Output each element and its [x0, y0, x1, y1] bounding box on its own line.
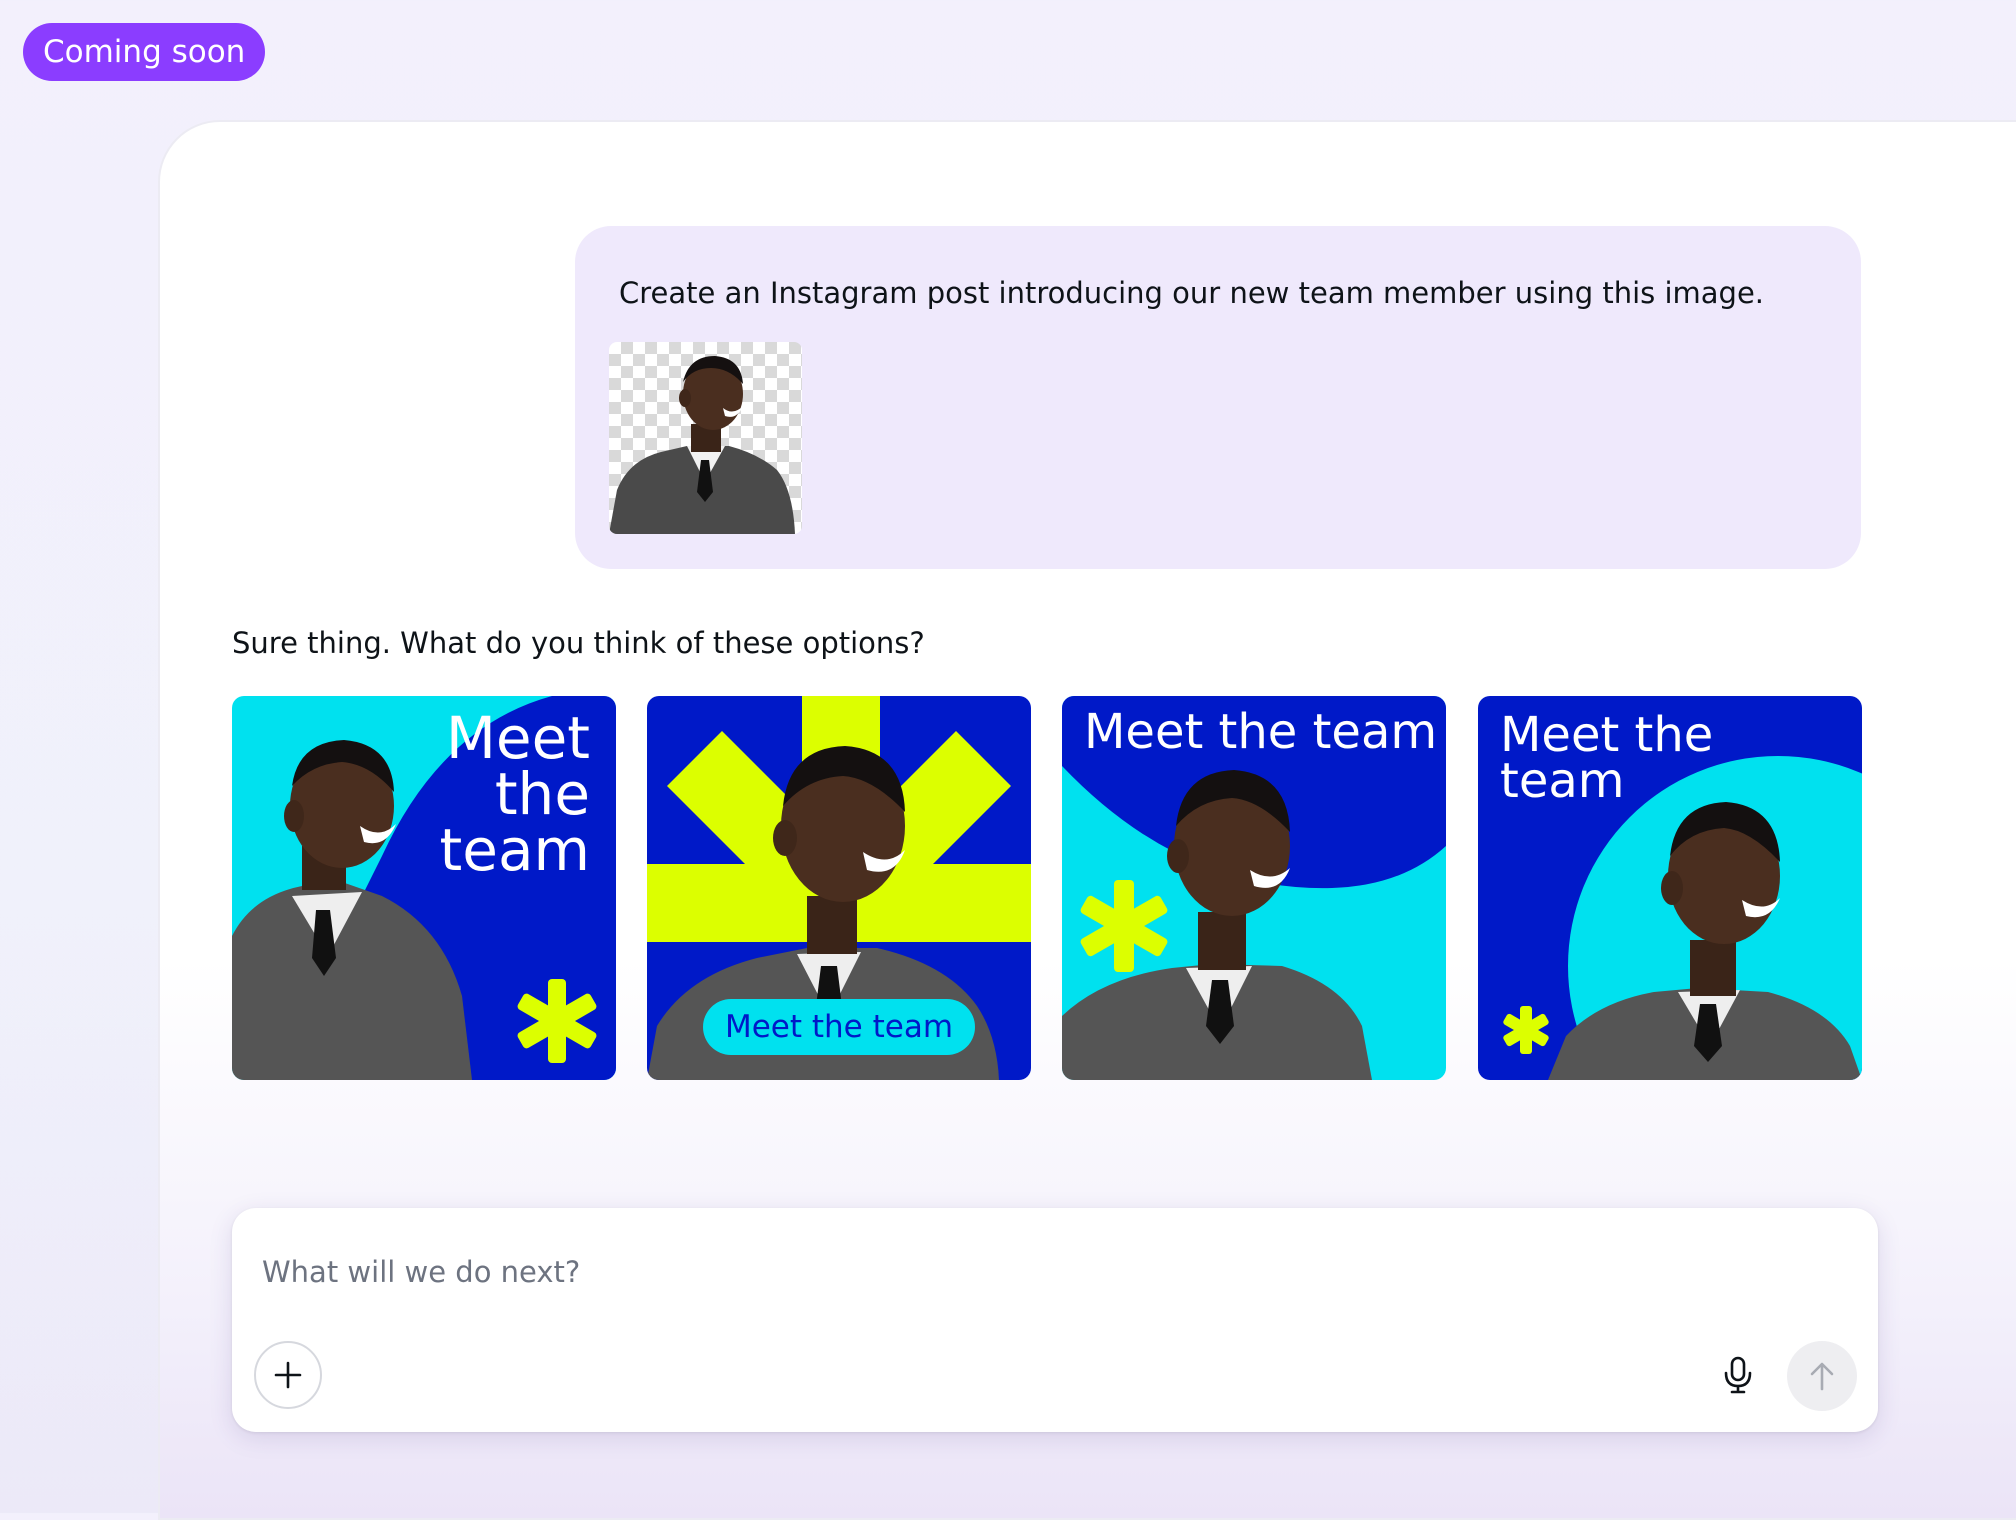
assistant-reply-text: Sure thing. What do you think of these o… — [232, 626, 925, 660]
prompt-input[interactable] — [260, 1246, 1764, 1298]
headline-line: team — [1500, 753, 1625, 809]
headline-line: Meet — [445, 704, 590, 772]
user-message-text: Create an Instagram post introducing our… — [619, 276, 1765, 310]
send-button[interactable] — [1787, 1341, 1857, 1411]
headline-line: Meet the — [1500, 707, 1714, 763]
coming-soon-badge: Coming soon — [23, 23, 266, 81]
microphone-button[interactable] — [1714, 1351, 1762, 1399]
design-option-2-headline-pill: Meet the team — [703, 999, 975, 1055]
message-composer — [232, 1208, 1878, 1432]
design-option-3[interactable]: Meet the team — [1062, 696, 1446, 1080]
design-option-4-headline: Meet the team — [1500, 707, 1714, 809]
headline-line: the — [494, 760, 590, 828]
design-option-1[interactable]: Meet the team — [232, 696, 616, 1080]
plus-icon — [274, 1361, 302, 1389]
user-message-bubble: Create an Instagram post introducing our… — [575, 226, 1861, 569]
microphone-icon — [1724, 1356, 1752, 1394]
design-option-3-headline: Meet the team — [1084, 704, 1438, 760]
arrow-up-icon — [1810, 1362, 1834, 1391]
design-option-4[interactable]: Meet the team — [1478, 696, 1862, 1080]
person-photo-icon — [609, 356, 795, 534]
headline-line: team — [439, 816, 590, 884]
design-option-1-headline: Meet the team — [439, 704, 590, 884]
design-option-2[interactable]: Meet the team — [647, 696, 1031, 1080]
add-button[interactable] — [254, 1341, 322, 1409]
attached-image-thumbnail[interactable] — [609, 342, 802, 534]
